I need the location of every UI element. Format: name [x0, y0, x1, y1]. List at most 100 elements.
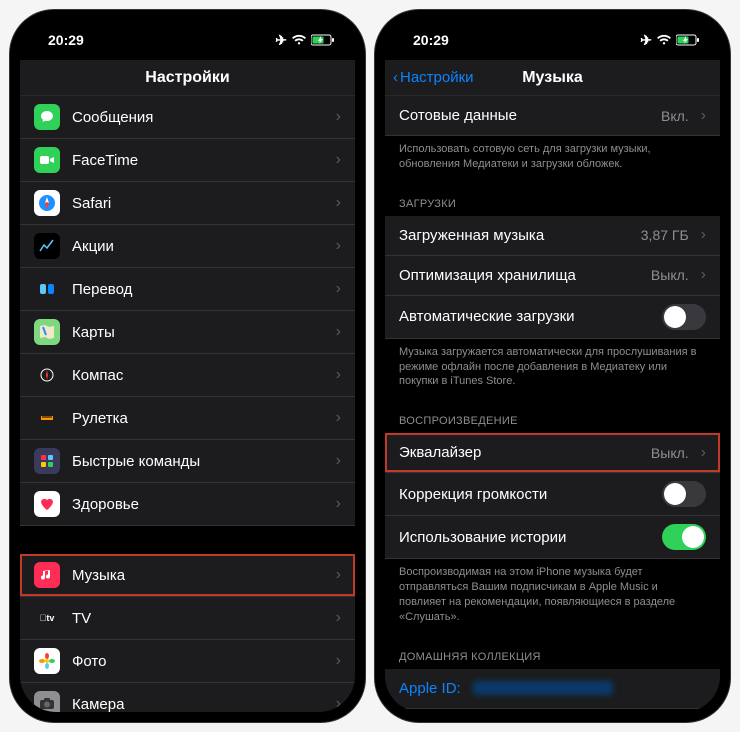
value: Выкл. [651, 267, 689, 283]
row-apple-id[interactable]: Apple ID: [385, 669, 720, 709]
label: Коррекция громкости [399, 486, 650, 503]
chevron-right-icon: › [336, 452, 341, 470]
apple-id-label: Apple ID: [399, 680, 461, 697]
cellular-footer: Использовать сотовую сеть для загрузки м… [385, 136, 720, 182]
status-time: 20:29 [413, 32, 449, 48]
status-icons: ✈ [275, 32, 335, 49]
label: Оптимизация хранилища [399, 267, 639, 284]
settings-list[interactable]: Сообщения › FaceTime › Safari › Акции › … [20, 96, 355, 712]
stocks-icon [34, 233, 60, 259]
chevron-left-icon: ‹ [393, 69, 398, 86]
label: Сотовые данные [399, 107, 649, 124]
section-home-sharing: ДОМАШНЯЯ КОЛЛЕКЦИЯ [385, 635, 720, 669]
tv-icon: tv [34, 605, 60, 631]
label: Использование истории [399, 529, 650, 546]
label: Перевод [72, 281, 324, 298]
page-title: Музыка [522, 69, 583, 87]
row-cellular-data[interactable]: Сотовые данные Вкл. › [385, 96, 720, 136]
page-title: Настройки [145, 69, 229, 87]
row-photos[interactable]: Фото › [20, 640, 355, 683]
chevron-right-icon: › [701, 226, 706, 244]
label: Компас [72, 367, 324, 384]
row-compass[interactable]: Компас › [20, 354, 355, 397]
row-measure[interactable]: Рулетка › [20, 397, 355, 440]
camera-icon [34, 691, 60, 712]
measure-icon [34, 405, 60, 431]
compass-icon [34, 362, 60, 388]
label: Камера [72, 696, 324, 713]
row-downloaded-music[interactable]: Загруженная музыка 3,87 ГБ › [385, 216, 720, 256]
chevron-right-icon: › [336, 495, 341, 513]
label: Музыка [72, 567, 324, 584]
row-facetime[interactable]: FaceTime › [20, 139, 355, 182]
toggle-use-history[interactable] [662, 524, 706, 550]
label: Загруженная музыка [399, 227, 629, 244]
row-optimize-storage[interactable]: Оптимизация хранилища Выкл. › [385, 256, 720, 296]
health-icon [34, 491, 60, 517]
airplane-icon: ✈ [640, 32, 652, 49]
playback-footer: Воспроизводимая на этом iPhone музыка бу… [385, 559, 720, 634]
label: Автоматические загрузки [399, 308, 650, 325]
facetime-icon [34, 147, 60, 173]
row-shortcuts[interactable]: Быстрые команды › [20, 440, 355, 483]
chevron-right-icon: › [701, 444, 706, 462]
airplane-icon: ✈ [275, 32, 287, 49]
phone-left: 20:29 ✈ Настройки Сообщения › FaceTime ›… [10, 10, 365, 722]
downloads-footer: Музыка загружается автоматически для про… [385, 339, 720, 400]
screen-right: 20:29 ✈ ‹ Настройки Музыка Сотовые данны… [385, 20, 720, 712]
chevron-right-icon: › [336, 652, 341, 670]
label: Быстрые команды [72, 453, 324, 470]
music-settings[interactable]: Сотовые данные Вкл. › Использовать сотов… [385, 96, 720, 712]
chevron-right-icon: › [701, 266, 706, 284]
section-privacy: КОНФИДЕНЦИАЛЬНОСТЬ [385, 709, 720, 712]
row-camera[interactable]: Камера › [20, 683, 355, 712]
photos-icon [34, 648, 60, 674]
back-label: Настройки [400, 69, 474, 86]
chevron-right-icon: › [336, 409, 341, 427]
toggle-auto-downloads[interactable] [662, 304, 706, 330]
label: Фото [72, 653, 324, 670]
row-sound-check[interactable]: Коррекция громкости [385, 473, 720, 516]
messages-icon [34, 104, 60, 130]
row-translate[interactable]: Перевод › [20, 268, 355, 311]
toggle-sound-check[interactable] [662, 481, 706, 507]
back-button[interactable]: ‹ Настройки [393, 69, 474, 86]
safari-icon [34, 190, 60, 216]
label: FaceTime [72, 152, 324, 169]
chevron-right-icon: › [336, 323, 341, 341]
label: Safari [72, 195, 324, 212]
row-maps[interactable]: Карты › [20, 311, 355, 354]
row-equalizer[interactable]: Эквалайзер Выкл. › [385, 433, 720, 473]
row-stocks[interactable]: Акции › [20, 225, 355, 268]
value: Выкл. [651, 445, 689, 461]
chevron-right-icon: › [701, 107, 706, 125]
wifi-icon [291, 34, 307, 46]
row-tv[interactable]: tv TV › [20, 597, 355, 640]
nav-bar-left: Настройки [20, 60, 355, 96]
chevron-right-icon: › [336, 695, 341, 712]
phone-right: 20:29 ✈ ‹ Настройки Музыка Сотовые данны… [375, 10, 730, 722]
chevron-right-icon: › [336, 151, 341, 169]
row-messages[interactable]: Сообщения › [20, 96, 355, 139]
label: Сообщения [72, 109, 324, 126]
music-icon [34, 562, 60, 588]
row-auto-downloads[interactable]: Автоматические загрузки [385, 296, 720, 339]
wifi-icon [656, 34, 672, 46]
section-playback: ВОСПРОИЗВЕДЕНИЕ [385, 399, 720, 433]
screen-left: 20:29 ✈ Настройки Сообщения › FaceTime ›… [20, 20, 355, 712]
status-icons: ✈ [640, 32, 700, 49]
battery-icon [311, 34, 335, 46]
row-use-history[interactable]: Использование истории [385, 516, 720, 559]
chevron-right-icon: › [336, 194, 341, 212]
label: Здоровье [72, 496, 324, 513]
nav-bar-right: ‹ Настройки Музыка [385, 60, 720, 96]
translate-icon [34, 276, 60, 302]
row-music[interactable]: Музыка › [20, 554, 355, 597]
label: Эквалайзер [399, 444, 639, 461]
row-health[interactable]: Здоровье › [20, 483, 355, 526]
row-safari[interactable]: Safari › [20, 182, 355, 225]
label: Рулетка [72, 410, 324, 427]
chevron-right-icon: › [336, 280, 341, 298]
notch [108, 10, 268, 34]
status-time: 20:29 [48, 32, 84, 48]
